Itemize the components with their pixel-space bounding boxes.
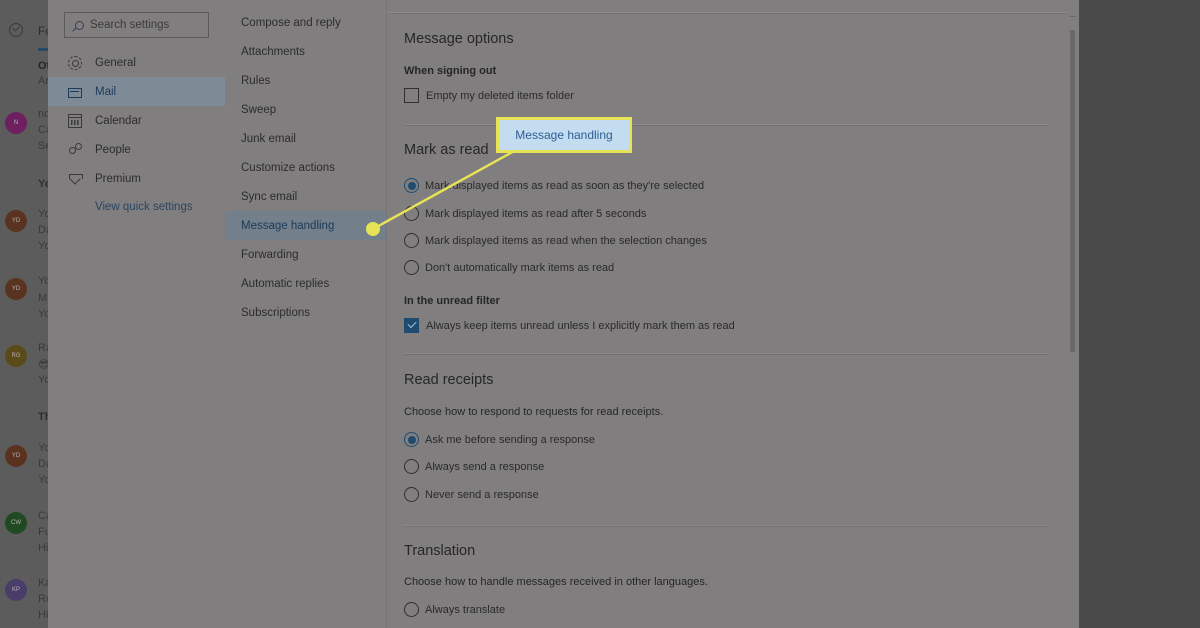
- subtitle-when-signing-out: When signing out: [404, 65, 497, 77]
- radio-never-send[interactable]: Never send a response: [404, 487, 539, 502]
- category-label: General: [95, 56, 136, 69]
- subsection-rules[interactable]: Rules: [225, 66, 386, 95]
- settings-dialog: General Mail Calendar People Premium Vie…: [48, 0, 1079, 628]
- translation-description: Choose how to handle messages received i…: [404, 576, 708, 588]
- header-divider: [387, 12, 1069, 14]
- view-quick-settings-link[interactable]: View quick settings: [95, 201, 193, 213]
- select-all-check-icon: [9, 23, 23, 37]
- tab-underline: [38, 48, 48, 51]
- radio-always-send[interactable]: Always send a response: [404, 459, 544, 474]
- radio-unselected[interactable]: [404, 206, 419, 221]
- radio-label: Don't automatically mark items as read: [425, 261, 615, 274]
- mail-icon: [68, 87, 82, 98]
- radio-label: Always translate: [425, 603, 506, 616]
- scroll-up-arrow[interactable]: [1069, 16, 1076, 19]
- subsection-sync-email[interactable]: Sync email: [225, 182, 386, 211]
- category-mail[interactable]: Mail: [48, 77, 225, 106]
- category-label: Mail: [95, 85, 117, 98]
- radio-label: Never send a response: [425, 488, 539, 501]
- avatar: KP: [5, 579, 27, 601]
- section-title-translation: Translation: [404, 543, 476, 559]
- category-label: Calendar: [95, 114, 142, 127]
- radio-unselected[interactable]: [404, 260, 419, 275]
- content-scrollbar[interactable]: [1070, 30, 1075, 352]
- avatar: YD: [5, 210, 27, 232]
- radio-unselected[interactable]: [404, 602, 419, 617]
- subsection-subscriptions[interactable]: Subscriptions: [225, 298, 386, 327]
- list-item-text: M: [38, 292, 48, 304]
- radio-label: Always send a response: [425, 460, 545, 473]
- category-people[interactable]: People: [48, 135, 225, 164]
- subsection-message-handling[interactable]: Message handling: [225, 211, 386, 240]
- section-divider: [404, 525, 1049, 527]
- radio-unselected[interactable]: [404, 459, 419, 474]
- callout-label: Message handling: [499, 120, 629, 150]
- radio-mark-read-selection-changes[interactable]: Mark displayed items as read when the se…: [404, 233, 707, 248]
- subtitle-unread-filter: In the unread filter: [404, 295, 500, 307]
- radio-dont-mark-read[interactable]: Don't automatically mark items as read: [404, 260, 614, 275]
- radio-label: Ask me before sending a response: [425, 433, 595, 446]
- search-settings-box[interactable]: [64, 12, 209, 38]
- subsection-attachments[interactable]: Attachments: [225, 37, 386, 66]
- subsection-automatic-replies[interactable]: Automatic replies: [225, 269, 386, 298]
- avatar: CW: [5, 512, 27, 534]
- radio-always-translate[interactable]: Always translate: [404, 602, 505, 617]
- mail-subsections-nav: Compose and reply Attachments Rules Swee…: [225, 0, 386, 628]
- message-handling-content: Message options When signing out Empty m…: [386, 0, 1079, 628]
- radio-unselected[interactable]: [404, 487, 419, 502]
- checkbox-unchecked[interactable]: [404, 88, 419, 103]
- settings-categories-nav: General Mail Calendar People Premium Vie…: [48, 0, 225, 628]
- subsection-compose-and-reply[interactable]: Compose and reply: [225, 8, 386, 37]
- avatar: YD: [5, 445, 27, 467]
- radio-selected[interactable]: [404, 432, 419, 447]
- category-calendar[interactable]: Calendar: [48, 106, 225, 135]
- subsection-forwarding[interactable]: Forwarding: [225, 240, 386, 269]
- read-receipts-description: Choose how to respond to requests for re…: [404, 406, 664, 418]
- search-settings-input[interactable]: [90, 19, 200, 31]
- avatar: RG: [5, 345, 27, 367]
- category-general[interactable]: General: [48, 48, 225, 77]
- radio-label: Mark displayed items as read as soon as …: [425, 179, 705, 192]
- avatar: N: [5, 112, 27, 134]
- radio-ask-before-sending[interactable]: Ask me before sending a response: [404, 432, 595, 447]
- callout-label-box: Message handling: [496, 117, 632, 153]
- people-icon: [68, 142, 82, 157]
- avatar: YD: [5, 278, 27, 300]
- subsection-junk-email[interactable]: Junk email: [225, 124, 386, 153]
- checkbox-label: Empty my deleted items folder: [426, 89, 574, 102]
- section-title-mark-as-read: Mark as read: [404, 142, 489, 158]
- checkbox-checked[interactable]: [404, 318, 419, 333]
- radio-label: Mark displayed items as read after 5 sec…: [425, 207, 647, 220]
- category-premium[interactable]: Premium: [48, 164, 225, 193]
- radio-label: Mark displayed items as read when the se…: [425, 234, 707, 247]
- empty-deleted-items-checkbox[interactable]: Empty my deleted items folder: [404, 88, 574, 103]
- radio-mark-read-after-5-seconds[interactable]: Mark displayed items as read after 5 sec…: [404, 206, 646, 221]
- list-item-text: Hi: [38, 609, 49, 621]
- section-divider: [404, 353, 1049, 355]
- category-label: People: [95, 143, 131, 156]
- subsection-sweep[interactable]: Sweep: [225, 95, 386, 124]
- section-title-read-receipts: Read receipts: [404, 372, 494, 388]
- search-icon: [75, 20, 84, 30]
- checkbox-label: Always keep items unread unless I explic…: [426, 319, 735, 332]
- subsection-customize-actions[interactable]: Customize actions: [225, 153, 386, 182]
- keep-items-unread-checkbox[interactable]: Always keep items unread unless I explic…: [404, 318, 735, 333]
- section-title-message-options: Message options: [404, 31, 514, 47]
- diamond-icon: [68, 172, 83, 186]
- radio-unselected[interactable]: [404, 233, 419, 248]
- list-item-text: Hi: [38, 542, 49, 554]
- radio-mark-read-immediately[interactable]: Mark displayed items as read as soon as …: [404, 178, 704, 193]
- category-label: Premium: [95, 172, 142, 185]
- gear-icon: [68, 55, 82, 70]
- calendar-icon: [68, 113, 82, 128]
- radio-selected[interactable]: [404, 178, 419, 193]
